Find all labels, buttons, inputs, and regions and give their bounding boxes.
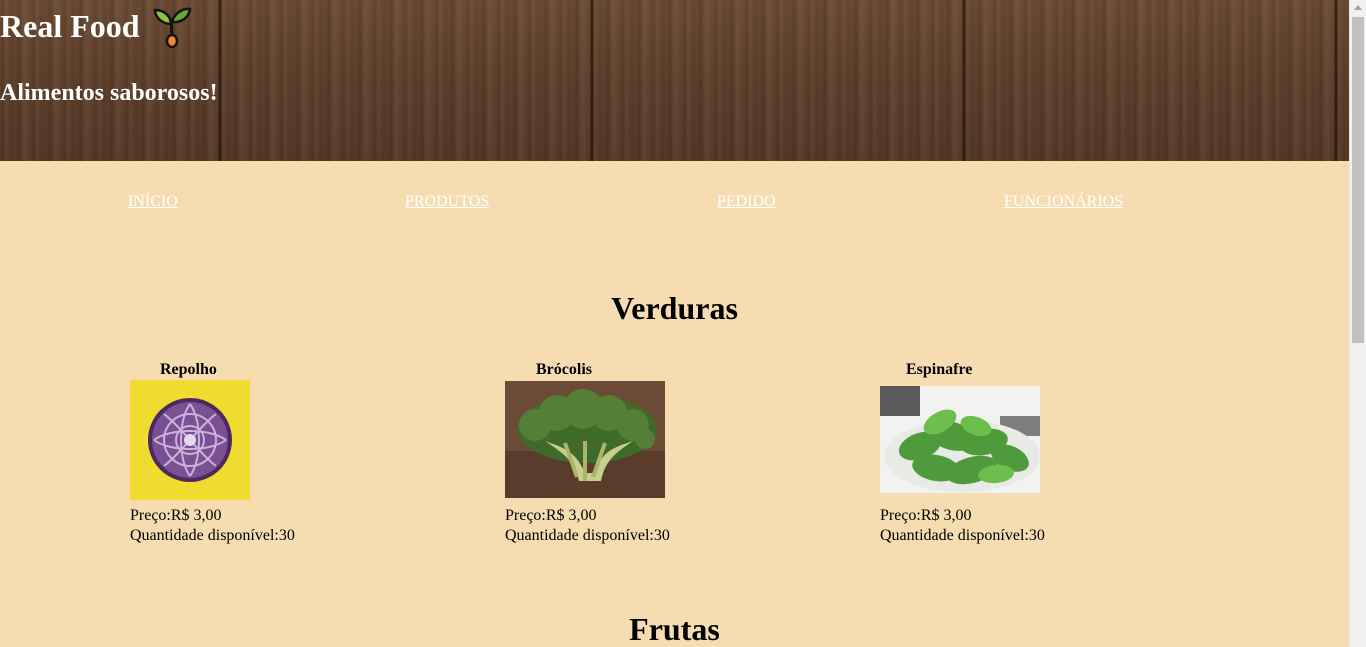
product-price: Preço:R$ 3,00: [880, 507, 972, 524]
broccoli-image: [505, 381, 665, 498]
product-quantity: Quantidade disponível:30: [880, 527, 1045, 544]
section-title-verduras: Verduras: [611, 290, 738, 326]
scrollbar-thumb[interactable]: [1352, 17, 1364, 343]
product-name: Repolho: [160, 361, 217, 378]
site-brand[interactable]: Real Food: [0, 4, 192, 49]
product-quantity: Quantidade disponível:30: [130, 527, 295, 544]
sprout-icon: [152, 4, 192, 49]
vertical-scrollbar[interactable]: [1349, 0, 1366, 647]
scroll-up-arrow-icon[interactable]: [1354, 5, 1362, 10]
product-price: Preço:R$ 3,00: [130, 507, 222, 524]
site-tagline: Alimentos saborosos!: [0, 80, 218, 106]
product-price: Preço:R$ 3,00: [505, 507, 597, 524]
nav-link-produtos[interactable]: PRODUTOS: [405, 192, 489, 212]
site-title: Real Food: [0, 8, 140, 44]
spinach-image: [880, 386, 1040, 493]
site-header: Real Food Alimentos saborosos!: [0, 0, 1349, 161]
product-name: Brócolis: [536, 361, 592, 378]
red-cabbage-image: [130, 380, 250, 500]
page: Real Food Alimentos saborosos! INÍCIO PR…: [0, 0, 1349, 647]
product-name: Espinafre: [906, 361, 973, 378]
product-quantity: Quantidade disponível:30: [505, 527, 670, 544]
nav-link-funcionarios[interactable]: FUNCIONÁRIOS: [1004, 192, 1123, 212]
section-title-frutas: Frutas: [629, 611, 720, 647]
nav-link-inicio[interactable]: INÍCIO: [128, 192, 178, 212]
nav-link-pedido[interactable]: PEDIDO: [717, 192, 776, 212]
